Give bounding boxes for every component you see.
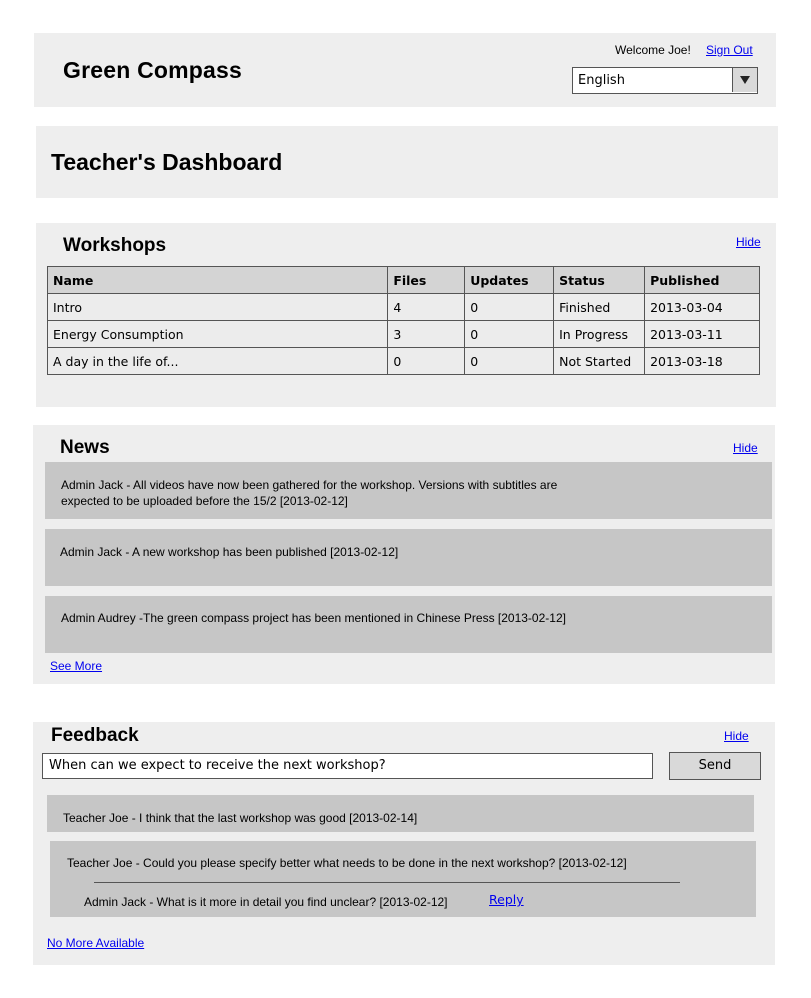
- feedback-item: Teacher Joe - I think that the last work…: [47, 795, 754, 832]
- feedback-item-text: Teacher Joe - Could you please specify b…: [67, 856, 627, 870]
- column-header-files[interactable]: Files: [387, 266, 466, 294]
- feedback-item-text: Teacher Joe - I think that the last work…: [63, 811, 418, 825]
- chevron-down-icon: [740, 76, 750, 84]
- cell-published: 2013-03-04: [644, 293, 760, 321]
- workshops-title: Workshops: [63, 235, 167, 256]
- table-header-row: Name Files Updates Status Published: [46, 266, 760, 294]
- cell-status: In Progress: [553, 320, 646, 348]
- cell-updates: 0: [464, 293, 555, 321]
- reply-link[interactable]: Reply: [489, 892, 524, 907]
- language-dropdown-button[interactable]: [732, 68, 757, 92]
- cell-published: 2013-03-11: [644, 320, 760, 348]
- news-item: Admin Jack - All videos have now been ga…: [45, 462, 772, 519]
- no-more-available-link[interactable]: No More Available: [47, 936, 144, 950]
- feedback-title: Feedback: [51, 725, 139, 746]
- cell-files: 4: [387, 293, 466, 321]
- dashboard-title-panel: Teacher's Dashboard: [36, 126, 778, 198]
- table-row[interactable]: Intro 4 0 Finished 2013-03-04: [46, 293, 760, 321]
- table-row[interactable]: A day in the life of... 0 0 Not Started …: [46, 347, 760, 375]
- feedback-hide-link[interactable]: Hide: [724, 729, 749, 743]
- cell-status: Finished: [553, 293, 646, 321]
- cell-files: 3: [387, 320, 466, 348]
- column-header-updates[interactable]: Updates: [464, 266, 555, 294]
- news-item-text: Admin Jack - A new workshop has been pub…: [60, 545, 399, 559]
- cell-name: Energy Consumption: [46, 320, 389, 348]
- news-panel: News Hide Admin Jack - All videos have n…: [33, 425, 775, 684]
- cell-files: 0: [387, 347, 466, 375]
- news-title: News: [60, 437, 110, 458]
- reply-divider: [94, 882, 680, 883]
- feedback-reply-text: Admin Jack - What is it more in detail y…: [84, 895, 448, 909]
- send-button[interactable]: Send: [669, 752, 761, 780]
- app-title: Green Compass: [63, 57, 242, 83]
- cell-updates: 0: [464, 320, 555, 348]
- language-value: English: [578, 73, 625, 88]
- news-item: Admin Audrey -The green compass project …: [45, 596, 772, 653]
- workshops-hide-link[interactable]: Hide: [736, 235, 761, 249]
- news-item-text: Admin Audrey -The green compass project …: [61, 611, 566, 625]
- workshops-panel: Workshops Hide Name Files Updates Status…: [36, 223, 776, 407]
- cell-published: 2013-03-18: [644, 347, 760, 375]
- header-panel: Green Compass Welcome Joe! Sign Out Engl…: [34, 33, 776, 107]
- feedback-input[interactable]: When can we expect to receive the next w…: [42, 753, 653, 779]
- see-more-link[interactable]: See More: [50, 659, 102, 673]
- cell-updates: 0: [464, 347, 555, 375]
- column-header-published[interactable]: Published: [644, 266, 760, 294]
- sign-out-link[interactable]: Sign Out: [706, 43, 753, 57]
- workshops-table: Name Files Updates Status Published Intr…: [46, 266, 760, 375]
- column-header-name[interactable]: Name: [46, 266, 389, 294]
- cell-status: Not Started: [553, 347, 646, 375]
- cell-name: A day in the life of...: [46, 347, 389, 375]
- feedback-item: Teacher Joe - Could you please specify b…: [50, 841, 756, 917]
- cell-name: Intro: [46, 293, 389, 321]
- news-item: Admin Jack - A new workshop has been pub…: [45, 529, 772, 586]
- news-item-text: Admin Jack - All videos have now been ga…: [61, 478, 558, 508]
- welcome-text: Welcome Joe!: [615, 43, 691, 57]
- table-row[interactable]: Energy Consumption 3 0 In Progress 2013-…: [46, 320, 760, 348]
- language-select[interactable]: English: [572, 67, 758, 94]
- feedback-panel: Feedback Hide When can we expect to rece…: [33, 722, 775, 965]
- page-title: Teacher's Dashboard: [51, 149, 283, 175]
- news-hide-link[interactable]: Hide: [733, 441, 758, 455]
- column-header-status[interactable]: Status: [553, 266, 646, 294]
